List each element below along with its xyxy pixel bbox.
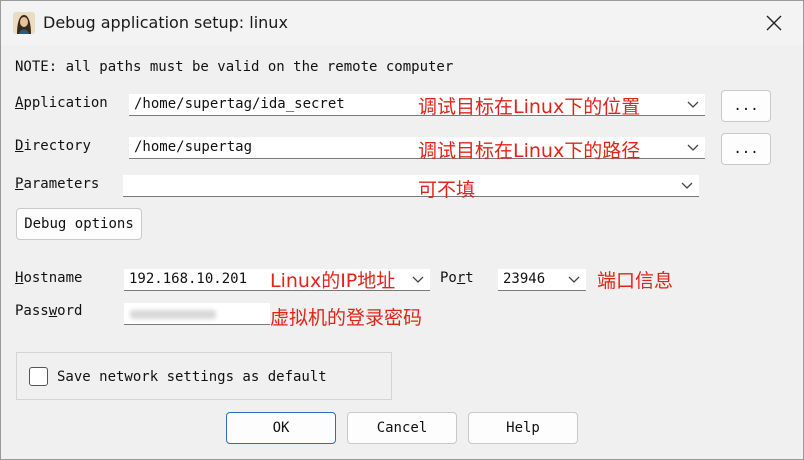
port-label: Port xyxy=(440,270,474,286)
save-network-label: Save network settings as default xyxy=(57,369,327,385)
close-icon xyxy=(766,15,782,31)
save-network-checkbox[interactable] xyxy=(29,367,48,386)
window-title: Debug application setup: linux xyxy=(43,13,288,32)
note-text: NOTE: all paths must be valid on the rem… xyxy=(15,59,454,75)
hostname-value: 192.168.10.201 xyxy=(129,271,248,287)
directory-value: /home/supertag xyxy=(134,139,253,155)
application-value: /home/supertag/ida_secret xyxy=(134,96,345,112)
chevron-down-icon xyxy=(681,182,693,189)
chevron-down-icon xyxy=(568,276,580,283)
ok-button[interactable]: OK xyxy=(226,412,336,444)
annotation-hostname: Linux的IP地址 xyxy=(270,270,396,292)
debug-options-button[interactable]: Debug options xyxy=(16,208,142,240)
port-combo[interactable]: 23946 xyxy=(498,269,586,291)
port-value: 23946 xyxy=(503,271,546,287)
annotation-application: 调试目标在Linux下的位置 xyxy=(418,96,641,118)
directory-label: Directory xyxy=(15,138,91,154)
application-label: Application xyxy=(15,95,108,111)
chevron-down-icon xyxy=(687,101,699,108)
help-button[interactable]: Help xyxy=(468,412,578,444)
directory-browse-button[interactable]: ... xyxy=(721,133,771,165)
annotation-port: 端口信息 xyxy=(597,270,674,292)
password-field[interactable] xyxy=(124,303,270,325)
cancel-button[interactable]: Cancel xyxy=(347,412,457,444)
hostname-label: Hostname xyxy=(15,270,83,286)
password-label: Password xyxy=(15,303,83,319)
application-browse-button[interactable]: ... xyxy=(721,90,771,122)
ida-portrait-icon xyxy=(13,12,35,34)
annotation-password: 虚拟机的登录密码 xyxy=(270,307,423,329)
close-button[interactable] xyxy=(745,1,803,45)
title-bar: Debug application setup: linux xyxy=(1,1,803,45)
parameters-combo[interactable] xyxy=(123,175,699,197)
chevron-down-icon xyxy=(687,144,699,151)
annotation-parameters: 可不填 xyxy=(418,179,476,201)
annotation-directory: 调试目标在Linux下的路径 xyxy=(418,140,641,162)
parameters-label: Parameters xyxy=(15,176,100,192)
chevron-down-icon xyxy=(412,276,424,283)
password-masked-value xyxy=(130,310,216,319)
